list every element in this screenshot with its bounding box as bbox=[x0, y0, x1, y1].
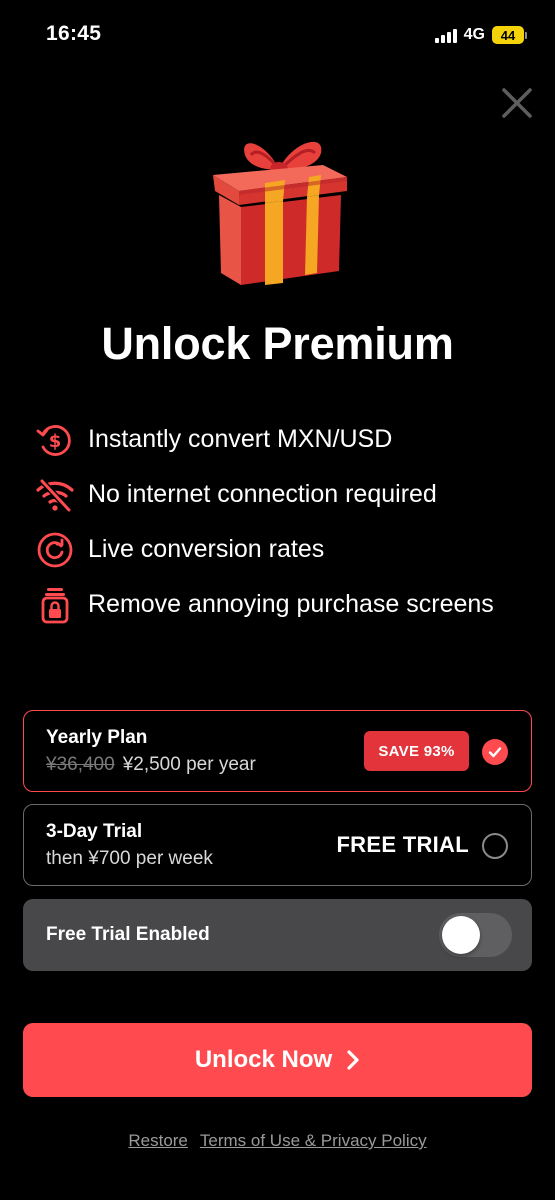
free-trial-toggle-row: Free Trial Enabled bbox=[23, 899, 532, 971]
free-trial-label: FREE TRIAL bbox=[336, 832, 469, 857]
plan-option-trial[interactable]: 3-Day Trial then ¥700 per week FREE TRIA… bbox=[23, 804, 532, 886]
battery-icon: 44 bbox=[492, 26, 527, 44]
page-title: Unlock Premium bbox=[101, 318, 454, 369]
terms-privacy-link[interactable]: Terms of Use & Privacy Policy bbox=[200, 1131, 427, 1150]
feature-item-live-rates: Live conversion rates bbox=[34, 522, 534, 577]
close-button[interactable] bbox=[500, 86, 534, 120]
status-time: 16:45 bbox=[46, 22, 102, 45]
feature-text: Remove annoying purchase screens bbox=[88, 590, 494, 618]
feature-item-convert: $ Instantly convert MXN/USD bbox=[34, 412, 534, 467]
svg-text:$: $ bbox=[49, 431, 62, 452]
plan-title: Yearly Plan bbox=[46, 727, 148, 748]
chevron-right-icon bbox=[346, 1049, 360, 1071]
plan-option-yearly[interactable]: Yearly Plan ¥36,400 ¥2,500 per year SAVE … bbox=[23, 710, 532, 792]
paywall-screen: 16:45 4G 44 Unlock Premium $ Instantly c… bbox=[0, 0, 555, 1200]
currency-exchange-icon: $ bbox=[34, 419, 76, 461]
close-icon bbox=[502, 88, 532, 118]
feature-text: Instantly convert MXN/USD bbox=[88, 425, 393, 453]
save-badge: SAVE 93% bbox=[364, 731, 469, 771]
unselected-radio-icon bbox=[482, 833, 508, 859]
cellular-signal-icon bbox=[434, 27, 457, 43]
plan-price: ¥36,400 ¥2,500 per year bbox=[46, 754, 256, 776]
restore-link[interactable]: Restore bbox=[128, 1131, 188, 1150]
network-type: 4G bbox=[463, 26, 485, 43]
selected-check-icon bbox=[482, 739, 508, 765]
status-indicators: 4G 44 bbox=[434, 24, 527, 46]
free-trial-toggle[interactable] bbox=[439, 913, 512, 957]
gift-icon bbox=[213, 141, 347, 285]
feature-item-remove-screens: Remove annoying purchase screens bbox=[34, 577, 534, 632]
feature-list: $ Instantly convert MXN/USD No internet … bbox=[34, 412, 534, 632]
wifi-off-icon bbox=[34, 474, 76, 516]
unlock-now-button[interactable]: Unlock Now bbox=[23, 1023, 532, 1097]
battery-level: 44 bbox=[492, 26, 524, 44]
toggle-label: Free Trial Enabled bbox=[46, 924, 210, 945]
plan-title: 3-Day Trial bbox=[46, 821, 143, 842]
feature-text: No internet connection required bbox=[88, 480, 437, 508]
toggle-knob bbox=[442, 916, 480, 954]
feature-text: Live conversion rates bbox=[88, 535, 325, 563]
status-bar: 16:45 4G 44 bbox=[0, 0, 555, 70]
plan-current-price: ¥2,500 per year bbox=[122, 754, 256, 775]
footer-links: Restore Terms of Use & Privacy Policy bbox=[0, 1131, 555, 1151]
feature-item-offline: No internet connection required bbox=[34, 467, 534, 522]
plan-original-price: ¥36,400 bbox=[46, 754, 115, 775]
plan-subtitle: then ¥700 per week bbox=[46, 848, 213, 869]
lock-icon bbox=[34, 584, 76, 626]
cta-label: Unlock Now bbox=[194, 1046, 333, 1073]
refresh-icon bbox=[34, 529, 76, 571]
